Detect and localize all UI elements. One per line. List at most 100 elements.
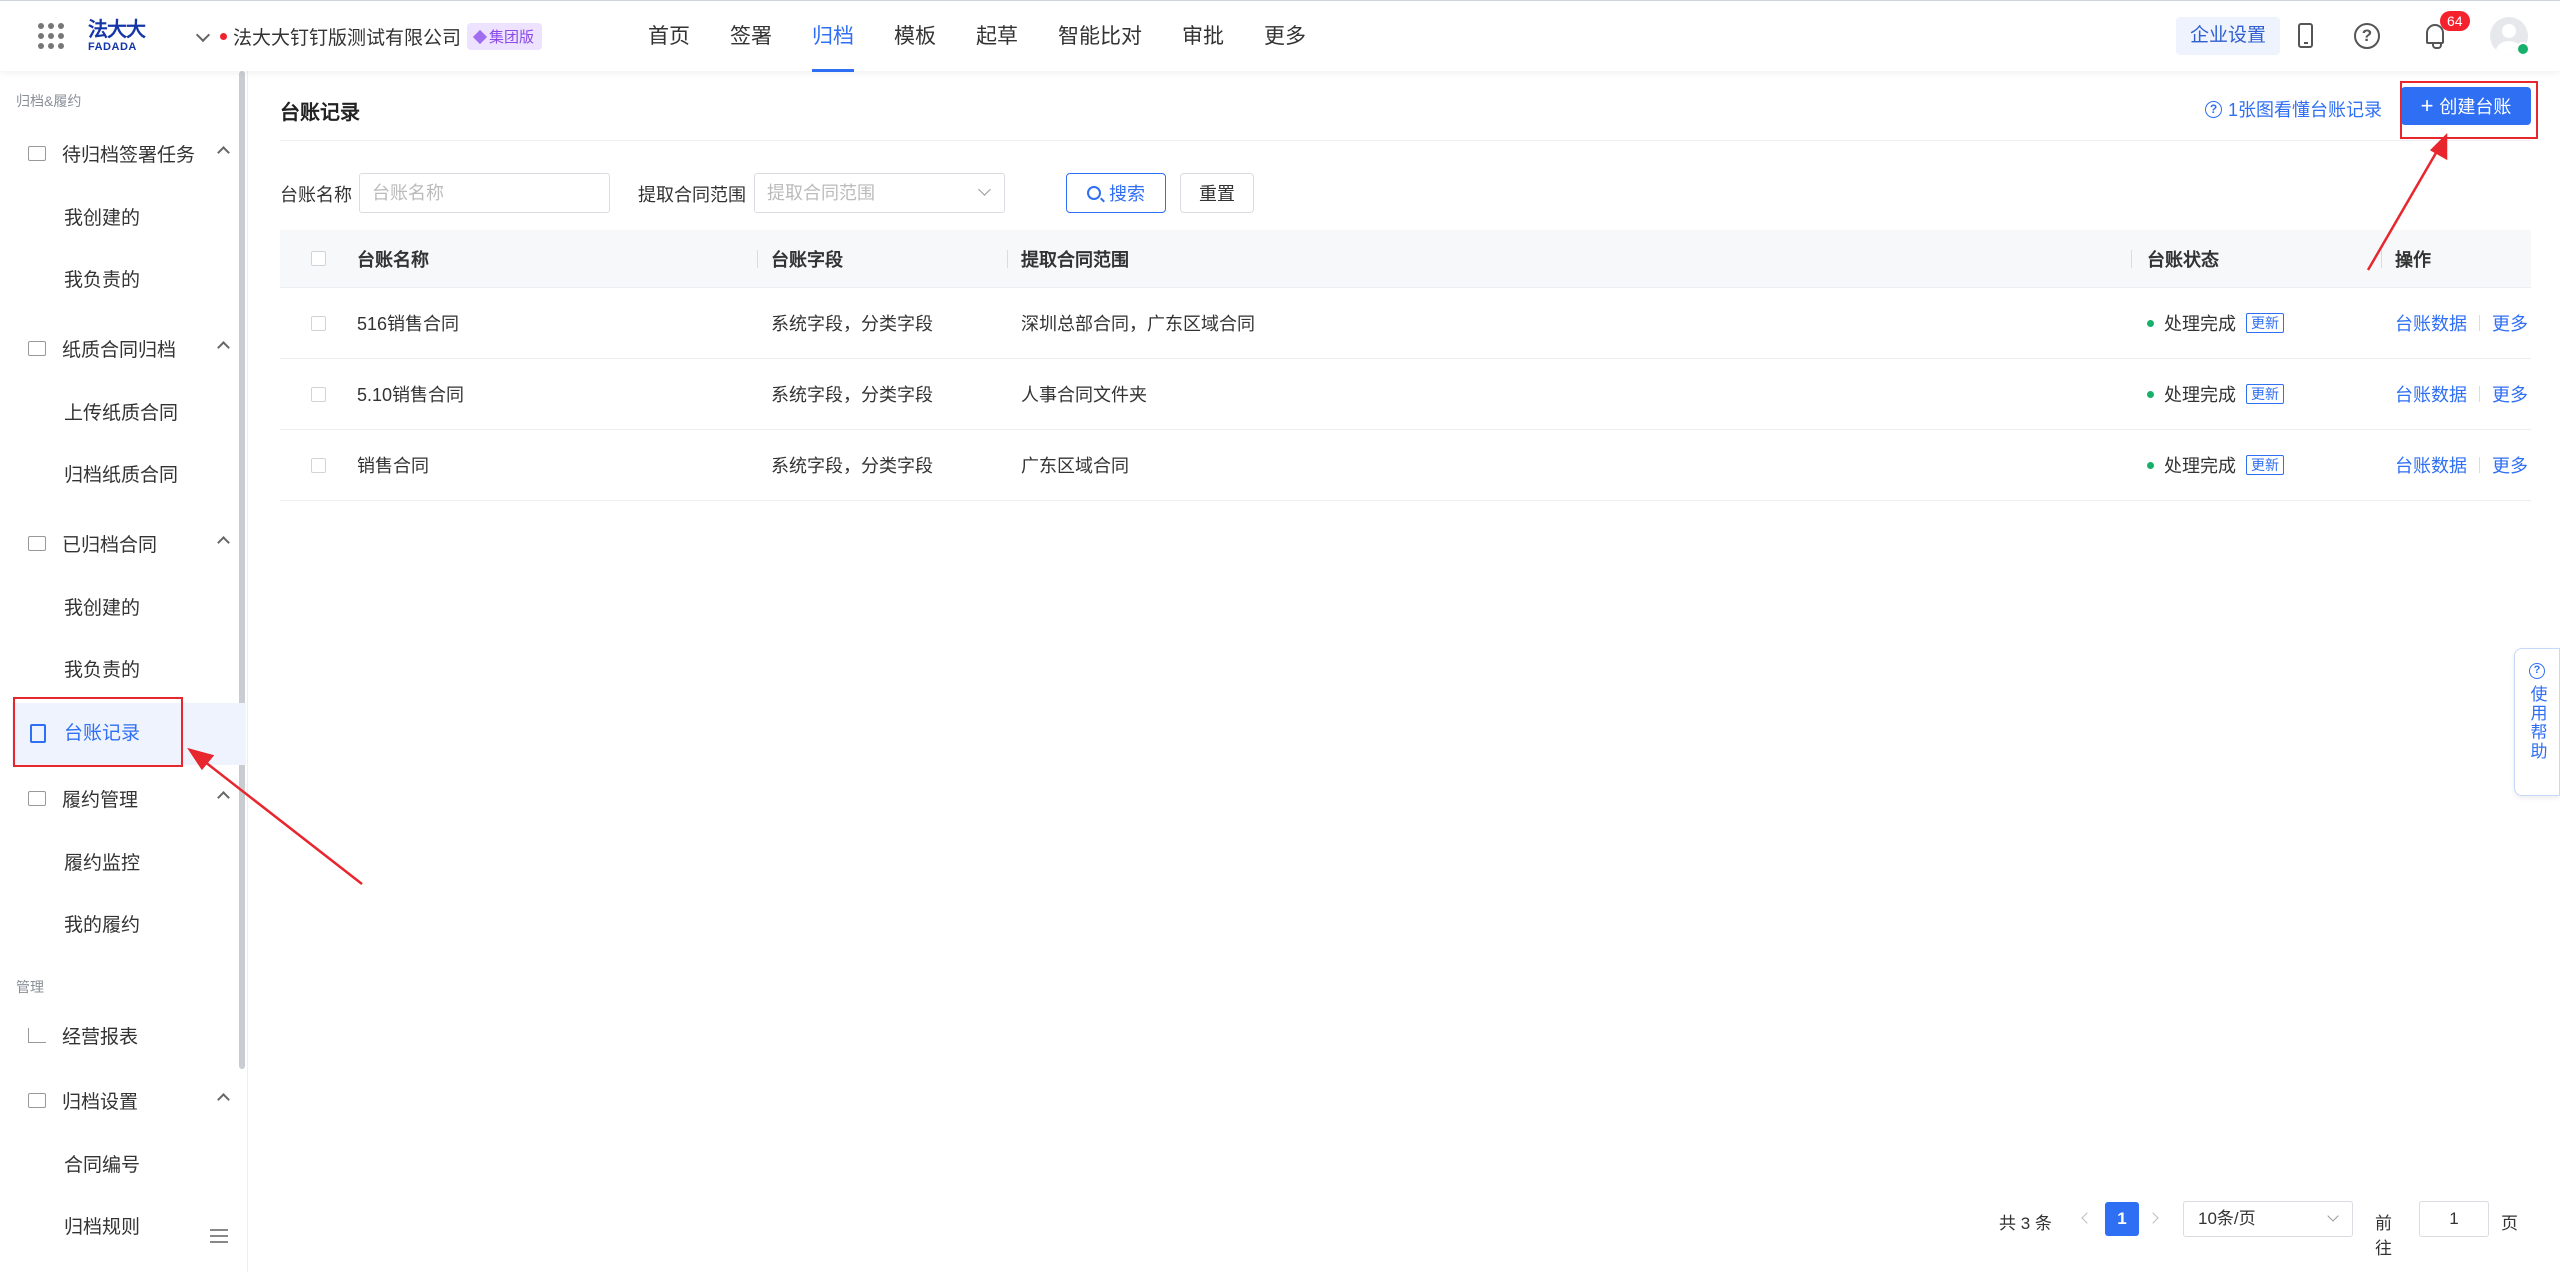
help-float-button[interactable]: ? 使用帮助 <box>2514 648 2560 796</box>
row-checkbox[interactable] <box>310 457 326 473</box>
cell-range: 深圳总部合同，广东区域合同 <box>1021 314 1255 334</box>
row-checkbox[interactable] <box>310 386 326 402</box>
enterprise-settings-button[interactable]: 企业设置 <box>2176 17 2281 55</box>
cell-range: 人事合同文件夹 <box>1021 385 1147 405</box>
ledger-data-link[interactable]: 台账数据 <box>2395 310 2467 336</box>
sidebar-item-monitor[interactable]: 履约监控 <box>64 844 140 884</box>
sidebar: 归档&履约 待归档签署任务 我创建的 我负责的 纸质合同归档 上传纸质合同 归档… <box>0 71 248 1272</box>
sidebar-group-performance[interactable]: 履约管理 <box>28 778 230 818</box>
sidebar-scrollbar[interactable] <box>239 71 245 1069</box>
page-number-current[interactable]: 1 <box>2105 1202 2139 1236</box>
guide-link[interactable]: ? 1张图看懂台账记录 <box>2205 96 2382 122</box>
search-icon <box>1087 186 1101 200</box>
sidebar-group-archive-settings[interactable]: 归档设置 <box>28 1080 230 1120</box>
range-label: 提取合同范围 <box>638 185 746 205</box>
sidebar-group-pending[interactable]: 待归档签署任务 <box>28 133 230 173</box>
apps-grid-icon[interactable] <box>38 23 64 49</box>
edition-badge: 集团版 <box>467 23 543 50</box>
table-row: 516销售合同 系统字段，分类字段 深圳总部合同，广东区域合同 处理完成 更新 … <box>280 288 2531 359</box>
status-dot <box>2147 390 2154 398</box>
status-dot <box>2147 319 2154 327</box>
sidebar-item-archive-paper[interactable]: 归档纸质合同 <box>64 456 178 496</box>
annotation-box-sidebar <box>13 697 183 767</box>
goto-page-input[interactable]: 1 <box>2419 1201 2489 1237</box>
performance-icon <box>28 790 46 806</box>
online-check-icon <box>2516 42 2530 56</box>
more-link[interactable]: 更多 <box>2492 310 2528 336</box>
nav-more[interactable]: 更多 <box>1244 1 1326 72</box>
sidebar-section-archive: 归档&履约 <box>16 93 82 109</box>
bar-chart-icon <box>28 1027 46 1043</box>
question-icon: ? <box>2529 663 2545 679</box>
row-checkbox[interactable] <box>310 315 326 331</box>
chevron-down-icon <box>195 27 211 42</box>
divider <box>280 140 2531 141</box>
col-range: 提取合同范围 <box>1007 230 2131 287</box>
nav-archive[interactable]: 归档 <box>792 1 874 72</box>
folder-icon <box>28 145 46 161</box>
cell-fields: 系统字段，分类字段 <box>771 456 933 476</box>
company-name: 法大大钉钉版测试有限公司 <box>233 28 462 49</box>
ledger-name-input[interactable] <box>359 173 610 213</box>
paper-doc-icon <box>28 340 46 356</box>
prev-page-icon[interactable] <box>2081 1212 2093 1224</box>
select-all-checkbox[interactable] <box>310 251 326 266</box>
search-button[interactable]: 搜索 <box>1066 173 1166 213</box>
update-tag[interactable]: 更新 <box>2246 455 2284 475</box>
more-link[interactable]: 更多 <box>2492 452 2528 478</box>
nav-sign[interactable]: 签署 <box>710 1 792 72</box>
sidebar-item-archive-rules[interactable]: 归档规则 <box>64 1208 140 1248</box>
page-size-select[interactable]: 10条/页 <box>2183 1201 2353 1237</box>
help-icon[interactable]: ? <box>2352 21 2382 51</box>
cell-status: 处理完成 更新 <box>2131 359 2381 429</box>
cell-name: 516销售合同 <box>357 314 460 334</box>
cell-status: 处理完成 更新 <box>2131 430 2381 500</box>
notification-badge: 64 <box>2440 11 2470 31</box>
total-count: 共 3 条 <box>1999 1214 2052 1233</box>
cell-range: 广东区域合同 <box>1021 456 1129 476</box>
col-fields: 台账字段 <box>757 230 1007 287</box>
range-select[interactable] <box>754 173 1005 213</box>
sidebar-item-contract-number[interactable]: 合同编号 <box>64 1146 140 1186</box>
nav-home[interactable]: 首页 <box>628 1 710 72</box>
sidebar-group-reports[interactable]: 经营报表 <box>28 1015 228 1055</box>
table-row: 销售合同 系统字段，分类字段 广东区域合同 处理完成 更新 台账数据 更多 <box>280 430 2531 501</box>
gem-icon <box>472 29 488 44</box>
next-page-icon[interactable] <box>2147 1212 2159 1224</box>
nav-approval[interactable]: 审批 <box>1162 1 1244 72</box>
chevron-up-icon <box>217 791 230 804</box>
nav-compare[interactable]: 智能比对 <box>1038 1 1162 72</box>
more-link[interactable]: 更多 <box>2492 381 2528 407</box>
nav-template[interactable]: 模板 <box>874 1 956 72</box>
chevron-up-icon <box>217 341 230 354</box>
phone-icon[interactable] <box>2290 21 2320 51</box>
chevron-up-icon <box>217 536 230 549</box>
sidebar-item-archived-owned[interactable]: 我负责的 <box>64 651 140 691</box>
nav-draft[interactable]: 起草 <box>956 1 1038 72</box>
archive-box-icon <box>28 535 46 551</box>
cell-status: 处理完成 更新 <box>2131 288 2381 358</box>
sidebar-group-archived[interactable]: 已归档合同 <box>28 523 230 563</box>
sidebar-item-archived-created[interactable]: 我创建的 <box>64 589 140 629</box>
sidebar-section-manage: 管理 <box>16 979 44 995</box>
sidebar-item-pending-owned[interactable]: 我负责的 <box>64 261 140 301</box>
sidebar-item-upload-paper[interactable]: 上传纸质合同 <box>64 394 178 434</box>
annotation-box-create <box>2400 81 2538 139</box>
ledger-data-link[interactable]: 台账数据 <box>2395 381 2467 407</box>
sidebar-item-my-performance[interactable]: 我的履约 <box>64 906 140 946</box>
logo[interactable]: 法大大 FADADA <box>88 19 152 55</box>
reset-button[interactable]: 重置 <box>1180 173 1254 213</box>
collapse-sidebar-icon[interactable] <box>210 1229 228 1243</box>
company-switcher[interactable]: 法大大钉钉版测试有限公司 集团版 <box>195 23 543 50</box>
top-bar: 法大大 FADADA 法大大钉钉版测试有限公司 集团版 首页 签署 归档 模板 … <box>0 0 2560 72</box>
ledger-data-link[interactable]: 台账数据 <box>2395 452 2467 478</box>
question-icon: ? <box>2205 100 2222 118</box>
sidebar-group-paper[interactable]: 纸质合同归档 <box>28 328 230 368</box>
status-dot <box>2147 461 2154 469</box>
cell-name: 5.10销售合同 <box>357 385 465 405</box>
col-ops: 操作 <box>2381 230 2531 287</box>
update-tag[interactable]: 更新 <box>2246 384 2284 404</box>
goto-unit: 页 <box>2501 1214 2518 1233</box>
sidebar-item-pending-created[interactable]: 我创建的 <box>64 199 140 239</box>
update-tag[interactable]: 更新 <box>2246 313 2284 333</box>
